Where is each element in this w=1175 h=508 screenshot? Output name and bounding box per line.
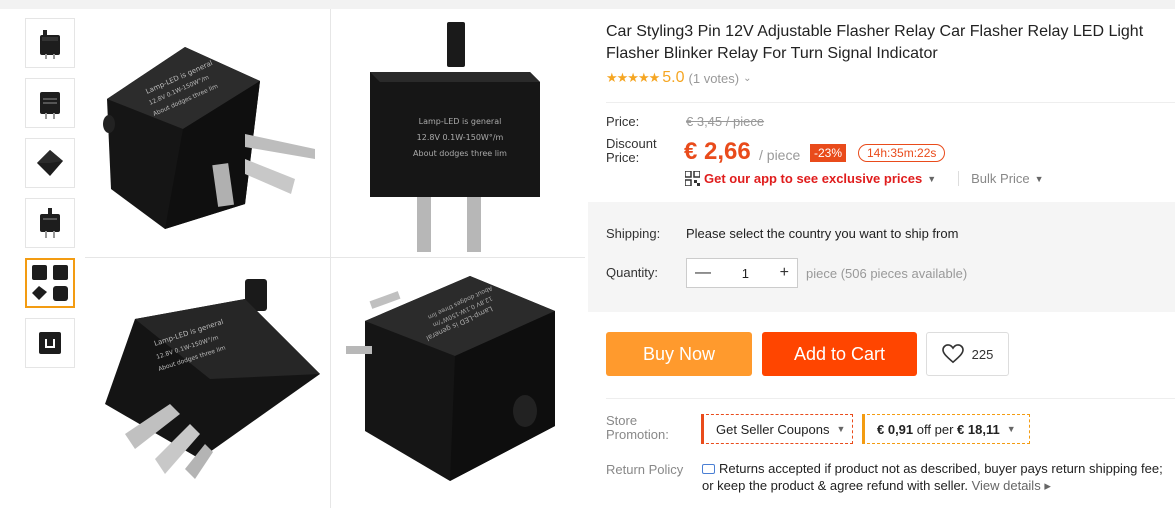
countdown-timer: 14h:35m:22s xyxy=(858,144,946,162)
chevron-down-icon[interactable]: ▼ xyxy=(1035,174,1044,184)
gallery-divider-horizontal xyxy=(85,257,585,258)
quantity-decrease-button[interactable]: — xyxy=(695,264,711,282)
rating-value: 5.0 xyxy=(662,69,685,86)
store-discount-dropdown[interactable]: € 0,91 off per € 18,11 ▼ xyxy=(862,414,1030,444)
wishlist-count: 225 xyxy=(971,346,994,362)
chevron-down-icon[interactable]: ⌄ xyxy=(743,73,751,84)
app-promo-link[interactable]: Get our app to see exclusive prices xyxy=(704,171,922,186)
thumbnail-1[interactable] xyxy=(25,18,75,68)
price-label: Price: xyxy=(606,114,640,129)
product-info-panel: Car Styling3 Pin 12V Adjustable Flasher … xyxy=(588,9,1175,508)
return-policy-text: Returns accepted if product not as descr… xyxy=(702,460,1172,494)
divider xyxy=(606,398,1175,399)
current-price: € 2,66 xyxy=(684,138,751,165)
add-to-cart-button[interactable]: Add to Cart xyxy=(762,332,917,376)
thumbnail-3[interactable] xyxy=(25,138,75,188)
relay-front-thumb-icon xyxy=(40,92,60,119)
buy-now-button[interactable]: Buy Now xyxy=(606,332,752,376)
thumbnail-6[interactable] xyxy=(25,318,75,368)
discount-amount: € 0,91 xyxy=(877,421,914,437)
product-image-front: Lamp-LED is general 12.8V 0.1W-150W°/m A… xyxy=(370,22,540,252)
relay-front-thumb-icon xyxy=(40,30,60,59)
return-policy-label: Return Policy xyxy=(606,462,684,477)
relay-label-line3: About dodges three lim xyxy=(413,149,507,158)
relay-grid-thumb-icon xyxy=(32,265,68,301)
divider xyxy=(606,102,1175,103)
top-strip xyxy=(0,0,1175,9)
quantity-label: Quantity: xyxy=(606,265,659,280)
shipping-label: Shipping: xyxy=(606,226,661,241)
relay-bottom-thumb-icon xyxy=(39,332,61,354)
original-price: € 3,45 / piece xyxy=(686,114,765,129)
price-unit: / piece xyxy=(759,147,801,163)
relay-angle-thumb-icon xyxy=(37,150,63,176)
chevron-right-icon[interactable]: ▸ xyxy=(1044,478,1051,493)
rating-row: ★★★★★ 5.0 (1 votes) ⌄ xyxy=(606,69,752,87)
shipping-text[interactable]: Please select the country you want to sh… xyxy=(686,226,958,241)
relay-label-line1: Lamp-LED is general xyxy=(419,117,502,126)
quantity-stepper: — 1 + xyxy=(686,258,798,288)
availability-text: piece (506 pieces available) xyxy=(806,266,968,281)
quantity-input[interactable]: 1 xyxy=(742,266,749,281)
quantity-increase-button[interactable]: + xyxy=(780,264,789,282)
product-title: Car Styling3 Pin 12V Adjustable Flasher … xyxy=(606,23,1144,62)
wishlist-button[interactable]: 225 xyxy=(926,332,1009,376)
product-image-rotated: Lamp-LED is general 12.8V 0.1W-150W°/m A… xyxy=(105,279,320,479)
shipping-section xyxy=(588,202,1175,312)
heart-icon xyxy=(941,344,964,364)
discount-mid-text: off per xyxy=(916,421,954,437)
qr-code-icon xyxy=(685,171,700,186)
seller-coupons-dropdown[interactable]: Get Seller Coupons ▼ xyxy=(701,414,853,444)
relay-top-thumb-icon xyxy=(40,208,60,238)
star-rating-icon: ★★★★★ xyxy=(606,70,660,85)
thumbnail-2[interactable] xyxy=(25,78,75,128)
view-details-link[interactable]: View details xyxy=(972,478,1041,493)
votes-link[interactable]: (1 votes) xyxy=(689,71,740,86)
product-gallery[interactable]: Lamp-LED is general 12.8V 0.1W-150W°/m A… xyxy=(85,9,585,508)
chevron-down-icon: ▼ xyxy=(1006,424,1016,434)
relay-label-line2: 12.8V 0.1W-150W°/m xyxy=(417,133,504,142)
thumbnail-4[interactable] xyxy=(25,198,75,248)
discount-price-label: Discount Price: xyxy=(606,136,657,165)
gallery-divider-vertical xyxy=(330,9,331,508)
product-image-angled: Lamp-LED is general 12.8V 0.1W-150W°/m A… xyxy=(103,47,315,229)
discount-minimum: € 18,11 xyxy=(957,421,1000,437)
return-policy-description: Returns accepted if product not as descr… xyxy=(702,461,1163,493)
return-icon xyxy=(702,464,715,474)
store-promotion-label: Store Promotion: xyxy=(606,413,669,442)
seller-coupons-label: Get Seller Coupons xyxy=(716,421,830,437)
discount-badge: -23% xyxy=(810,144,847,162)
product-image-cube: Lamp-LED is general 12.8V 0.1W-150W°/m A… xyxy=(346,276,555,481)
chevron-down-icon[interactable]: ▼ xyxy=(927,174,936,184)
app-promo-row: Get our app to see exclusive prices ▼ Bu… xyxy=(685,171,1044,186)
chevron-down-icon: ▼ xyxy=(836,424,846,434)
bulk-price-dropdown[interactable]: Bulk Price xyxy=(958,171,1030,186)
thumbnail-5[interactable] xyxy=(25,258,75,308)
